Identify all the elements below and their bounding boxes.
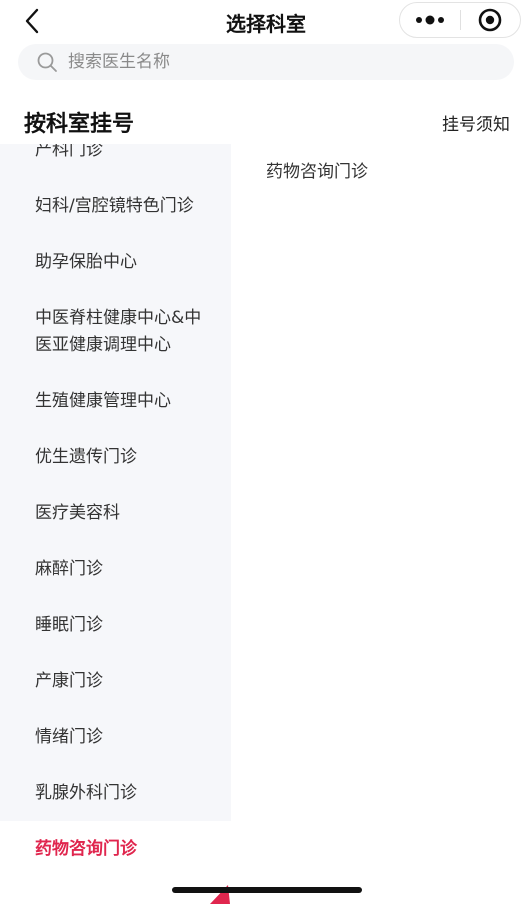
department-item[interactable]: 麻醉门诊 [0,541,231,597]
department-item[interactable]: 情绪门诊 [0,709,231,765]
department-item[interactable]: 睡眠门诊 [0,597,231,653]
nav-bar: 选择科室 [0,0,532,44]
department-item[interactable]: 妇科/宫腔镜特色门诊 [0,178,231,234]
department-item[interactable]: 生殖健康管理中心 [0,373,231,429]
department-list: 产科门诊 妇科/宫腔镜特色门诊 助孕保胎中心 中医脊柱健康中心&中医亚健康调理中心 生殖… [0,144,231,877]
department-item[interactable]: 产康门诊 [0,653,231,709]
more-dots-icon [415,15,444,25]
mini-program-capsule [399,2,521,38]
target-circle-icon [478,8,502,32]
home-indicator [172,887,362,893]
clinic-list: 药物咨询门诊 [231,144,532,186]
search-icon [37,52,57,72]
department-item[interactable]: 助孕保胎中心 [0,234,231,290]
registration-notice-link[interactable]: 挂号须知 [442,110,510,135]
department-item[interactable]: 医疗美容科 [0,485,231,541]
department-item[interactable]: 乳腺外科门诊 [0,765,231,821]
department-item[interactable]: 产科门诊 [0,144,231,178]
department-panel: 产科门诊 妇科/宫腔镜特色门诊 助孕保胎中心 中医脊柱健康中心&中医亚健康调理中心 生殖… [0,144,532,904]
section-title: 按科室挂号 [24,112,135,137]
close-miniprogram-button[interactable] [460,3,520,37]
clinic-item[interactable]: 药物咨询门诊 [231,144,532,186]
chevron-left-icon [25,8,39,34]
search-input[interactable] [68,52,468,72]
search-bar[interactable] [18,44,514,80]
back-button[interactable] [18,4,48,38]
department-item[interactable]: 优生遗传门诊 [0,429,231,485]
more-button[interactable] [400,3,460,37]
department-item[interactable]: 中医脊柱健康中心&中医亚健康调理中心 [0,290,231,373]
department-item[interactable]: 药物咨询门诊 [0,821,231,877]
cursor-arrow-icon [210,885,230,904]
